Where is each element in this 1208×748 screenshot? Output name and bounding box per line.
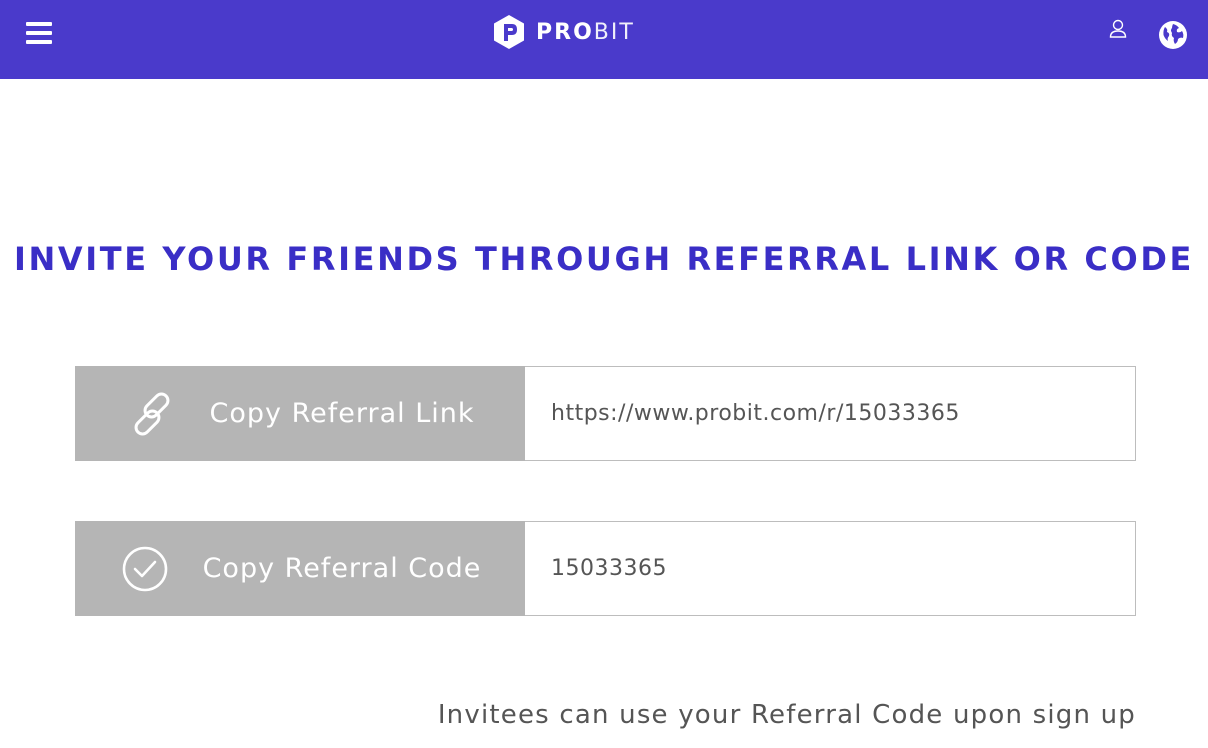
top-navigation-bar: PROBIT [0,0,1208,79]
referral-note: Invitees can use your Referral Code upon… [437,700,1136,730]
check-circle-icon [122,546,167,591]
copy-referral-link-label: Copy Referral Link [209,398,475,429]
hamburger-menu-icon[interactable] [26,22,52,44]
probit-logo-text: PROBIT [536,19,635,45]
page-title: INVITE YOUR FRIENDS THROUGH REFERRAL LIN… [14,240,1194,278]
user-icon[interactable] [1108,18,1128,40]
copy-referral-code-button[interactable]: Copy Referral Code [75,521,525,616]
globe-icon[interactable] [1158,20,1188,50]
probit-logo[interactable]: PROBIT [492,14,635,50]
copy-referral-link-button[interactable]: Copy Referral Link [75,366,525,461]
probit-logo-icon [494,15,524,49]
referral-link-field[interactable]: https://www.probit.com/r/15033365 [525,366,1136,461]
referral-code-row: Copy Referral Code 15033365 [75,521,1136,616]
copy-referral-code-label: Copy Referral Code [202,553,482,584]
link-icon [134,392,169,435]
referral-code-field[interactable]: 15033365 [525,521,1136,616]
referral-link-row: Copy Referral Link https://www.probit.co… [75,366,1136,461]
